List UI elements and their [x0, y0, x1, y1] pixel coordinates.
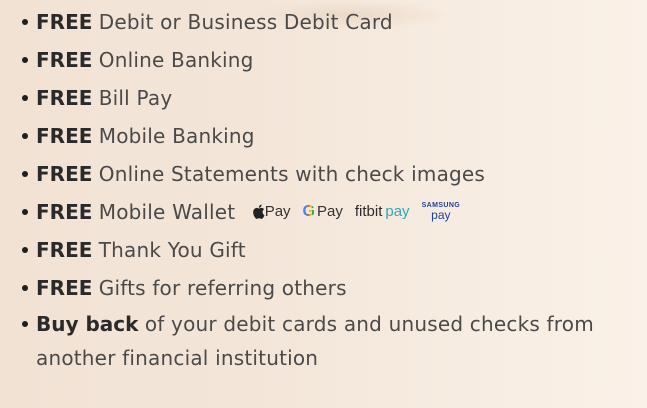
list-item: Buy back of your debit cards and unused … — [22, 307, 642, 375]
list-item: FREE Gifts for referring others — [22, 269, 642, 307]
list-item: FREE Bill Pay — [22, 79, 642, 117]
bullet-icon — [22, 19, 28, 25]
benefit-emphasis: FREE — [36, 48, 93, 72]
benefit-text: Mobile Wallet — [98, 200, 236, 224]
bullet-icon — [22, 247, 28, 253]
bullet-icon — [22, 171, 28, 177]
apple-pay-logo: Pay — [252, 193, 291, 231]
bullet-icon — [22, 285, 28, 291]
bullet-icon — [22, 321, 28, 327]
benefit-emphasis: FREE — [36, 276, 93, 300]
benefit-text: Bill Pay — [98, 86, 173, 110]
list-item: FREE Mobile Banking — [22, 117, 642, 155]
bullet-icon — [22, 57, 28, 63]
fitbit-pay-text: pay — [385, 202, 410, 220]
bullet-icon — [22, 209, 28, 215]
google-g-icon: G — [303, 193, 315, 231]
benefit-emphasis: FREE — [36, 162, 93, 186]
benefit-text: Online Statements with check images — [98, 162, 486, 186]
google-pay-logo: G Pay — [303, 193, 343, 231]
bullet-icon — [22, 133, 28, 139]
benefit-emphasis: FREE — [36, 124, 93, 148]
list-item: FREE Online Banking — [22, 41, 642, 79]
list-item-mobile-wallet: FREE Mobile Wallet Pay G Pay fitbit pay … — [22, 193, 642, 231]
bullet-icon — [22, 95, 28, 101]
benefits-list: FREE Debit or Business Debit Card FREE O… — [22, 3, 642, 375]
wallet-logos: Pay G Pay fitbit pay SAMSUNG pay — [252, 193, 460, 231]
apple-pay-text: Pay — [264, 202, 291, 220]
apple-logo-icon — [252, 204, 265, 219]
google-pay-text: Pay — [317, 202, 343, 220]
benefit-text: Thank You Gift — [98, 238, 246, 262]
benefit-emphasis: FREE — [36, 86, 93, 110]
samsung-pay-text: pay — [431, 208, 451, 222]
list-item: FREE Debit or Business Debit Card — [22, 3, 642, 41]
benefit-emphasis: Buy back — [36, 312, 139, 336]
benefit-emphasis: FREE — [36, 200, 93, 224]
benefit-text: Mobile Banking — [98, 124, 255, 148]
benefit-emphasis: FREE — [36, 238, 93, 262]
list-item: FREE Online Statements with check images — [22, 155, 642, 193]
benefit-emphasis: FREE — [36, 10, 93, 34]
benefit-text: Debit or Business Debit Card — [98, 10, 393, 34]
samsung-pay-logo: SAMSUNG pay — [422, 202, 461, 221]
fitbit-text: fitbit — [354, 202, 383, 220]
list-item: FREE Thank You Gift — [22, 231, 642, 269]
benefit-text: Online Banking — [98, 48, 254, 72]
fitbit-pay-logo: fitbit pay — [355, 193, 410, 231]
benefit-text: Gifts for referring others — [98, 276, 347, 300]
